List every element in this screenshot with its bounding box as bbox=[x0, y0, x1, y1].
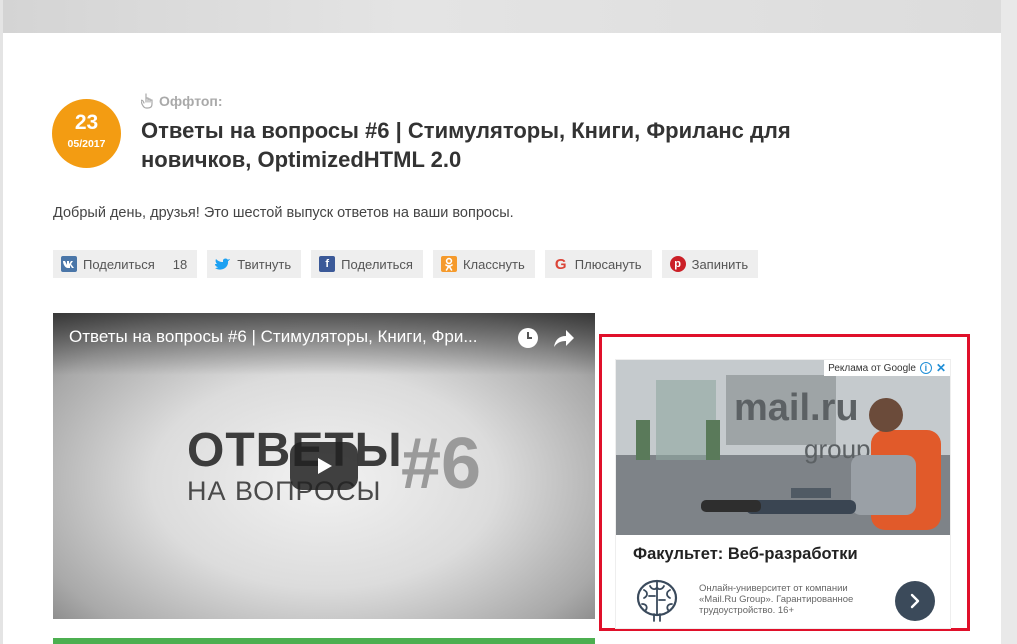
share-twitter-button[interactable]: Твитнуть bbox=[207, 250, 302, 278]
play-icon bbox=[318, 458, 332, 474]
post-title: Ответы на вопросы #6 | Стимуляторы, Книг… bbox=[141, 118, 791, 172]
page-right-gutter bbox=[1001, 0, 1017, 644]
share-facebook-button[interactable]: f Поделиться bbox=[311, 250, 423, 278]
share-arrow-icon[interactable] bbox=[553, 327, 575, 349]
video-title[interactable]: Ответы на вопросы #6 | Стимуляторы, Книг… bbox=[69, 327, 509, 347]
chevron-right-icon bbox=[910, 593, 920, 609]
post-date-badge: 23 05/2017 bbox=[52, 99, 121, 168]
share-odnoklassniki-button[interactable]: Класснуть bbox=[432, 250, 535, 278]
top-header-bar bbox=[0, 0, 1017, 33]
share-pinterest-button[interactable]: p Запинить bbox=[661, 250, 759, 278]
video-player[interactable]: ОТВЕТЫ НА ВОПРОСЫ #6 Ответы на вопросы #… bbox=[53, 313, 595, 619]
date-day: 23 bbox=[74, 111, 99, 134]
page-left-border bbox=[0, 0, 3, 644]
vk-icon bbox=[61, 256, 77, 272]
info-icon[interactable]: i bbox=[919, 362, 932, 374]
google-plus-icon: G bbox=[554, 255, 567, 273]
post-intro: Добрый день, друзья! Это шестой выпуск о… bbox=[53, 205, 514, 221]
share-vk-label: Поделиться bbox=[83, 256, 155, 272]
ad-photo-illustration: mail.ru group bbox=[616, 360, 950, 535]
ad-description: Онлайн-университет от компании «Mail.Ru … bbox=[699, 583, 854, 616]
hand-icon bbox=[141, 93, 153, 109]
share-vk-button[interactable]: Поделиться 18 bbox=[53, 250, 198, 278]
ad-photo[interactable]: mail.ru group Реклама от Google i ✕ bbox=[616, 360, 950, 535]
share-vk-count: 18 bbox=[172, 256, 188, 272]
share-facebook-label: Поделиться bbox=[341, 256, 413, 272]
google-ad[interactable]: mail.ru group Реклама от Google i ✕ Факу… bbox=[615, 359, 951, 629]
share-twitter-label: Твитнуть bbox=[237, 256, 292, 272]
ad-next-button[interactable] bbox=[895, 581, 935, 621]
ad-choices-label[interactable]: Реклама от Google i ✕ bbox=[824, 360, 950, 376]
share-pinterest-label: Запинить bbox=[691, 256, 749, 272]
share-google-plus-label: Плюсануть bbox=[574, 256, 642, 272]
share-odnoklassniki-label: Класснуть bbox=[462, 256, 525, 272]
share-google-plus-button[interactable]: G Плюсануть bbox=[544, 250, 652, 278]
facebook-icon: f bbox=[319, 256, 336, 272]
share-buttons: Поделиться 18 Твитнуть f Поделиться Клас… bbox=[53, 250, 759, 278]
green-action-bar[interactable] bbox=[53, 638, 595, 644]
ad-headline[interactable]: Факультет: Веб-разработки bbox=[633, 545, 858, 564]
close-icon[interactable]: ✕ bbox=[936, 361, 946, 375]
twitter-icon bbox=[215, 256, 231, 272]
brain-logo-icon bbox=[636, 579, 678, 622]
date-month: 05/2017 bbox=[67, 138, 106, 150]
play-button[interactable] bbox=[290, 442, 358, 490]
post-category[interactable]: Оффтоп: bbox=[141, 93, 223, 109]
odnoklassniki-icon bbox=[440, 256, 457, 272]
ad-label-text: Реклама от Google bbox=[828, 362, 916, 374]
watch-later-icon[interactable] bbox=[517, 327, 539, 349]
svg-text:mail.ru: mail.ru bbox=[734, 387, 859, 429]
thumbnail-number: #6 bbox=[401, 424, 482, 504]
category-label: Оффтоп: bbox=[159, 93, 223, 109]
pinterest-icon: p bbox=[669, 256, 686, 272]
